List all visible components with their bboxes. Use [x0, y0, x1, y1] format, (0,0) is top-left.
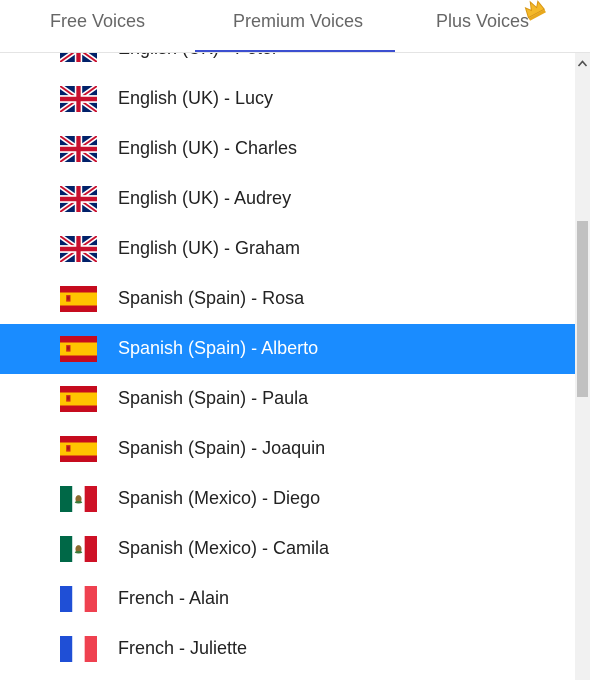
uk-flag-icon — [60, 186, 97, 212]
voice-item-label: English (UK) - Peter — [118, 53, 278, 59]
voice-item-label: French - Juliette — [118, 638, 248, 658]
voice-item-label: Spanish (Spain) - Paula — [118, 388, 309, 408]
voice-item-label: Spanish (Spain) - Rosa — [118, 288, 305, 308]
scrollbar[interactable] — [575, 53, 590, 680]
uk-flag-icon — [60, 136, 97, 162]
mexico-flag-icon — [60, 486, 97, 512]
voice-list: English (UK) - Peter English (UK) - Lucy… — [0, 53, 590, 680]
voice-item[interactable]: Spanish (Spain) - Joaquin — [0, 424, 575, 474]
tab-plus-voices[interactable]: Plus Voices — [395, 0, 590, 52]
spain-flag-icon — [60, 386, 97, 412]
voice-item[interactable]: English (UK) - Graham — [0, 224, 575, 274]
voice-item-label: Spanish (Mexico) - Camila — [118, 538, 330, 558]
uk-flag-icon — [60, 86, 97, 112]
active-tab-indicator — [195, 50, 395, 52]
france-flag-icon — [60, 586, 97, 612]
tab-free-voices[interactable]: Free Voices — [0, 0, 195, 52]
voice-item-label: English (UK) - Charles — [118, 138, 298, 158]
voice-item-label: English (UK) - Graham — [118, 238, 301, 258]
tab-premium-voices-label: Premium Voices — [233, 11, 364, 31]
mexico-flag-icon — [60, 536, 97, 562]
voice-item[interactable]: Spanish (Mexico) - Diego — [0, 474, 575, 524]
voice-item[interactable]: English (UK) - Lucy — [0, 74, 575, 124]
voice-item[interactable]: Spanish (Spain) - Rosa — [0, 274, 575, 324]
voice-item[interactable]: Spanish (Spain) - Paula — [0, 374, 575, 424]
spain-flag-icon — [60, 286, 97, 312]
uk-flag-icon — [60, 53, 97, 62]
tab-premium-voices[interactable]: Premium Voices — [195, 0, 395, 52]
voice-item-label: English (UK) - Audrey — [118, 188, 292, 208]
voice-item-label: English (UK) - Lucy — [118, 88, 274, 108]
voice-item[interactable]: Spanish (Mexico) - Camila — [0, 524, 575, 574]
voice-tabs: Free Voices Premium Voices Plus Voices — [0, 0, 590, 53]
voice-item[interactable]: English (UK) - Charles — [0, 124, 575, 174]
scrollbar-thumb[interactable] — [577, 221, 588, 397]
spain-flag-icon — [60, 436, 97, 462]
france-flag-icon — [60, 636, 97, 662]
voice-item-label: Spanish (Spain) - Alberto — [118, 338, 319, 358]
tab-plus-voices-label: Plus Voices — [436, 11, 530, 31]
voice-item-label: Spanish (Mexico) - Diego — [118, 488, 321, 508]
voice-item-label: Spanish (Spain) - Joaquin — [118, 438, 326, 458]
uk-flag-icon — [60, 236, 97, 262]
voice-item[interactable]: English (UK) - Peter — [0, 53, 575, 74]
voice-item-selected[interactable]: Spanish (Spain) - Alberto — [0, 324, 575, 374]
voice-item-label: French - Alain — [118, 588, 230, 608]
voice-item[interactable]: French - Alain — [0, 574, 575, 624]
tab-free-voices-label: Free Voices — [50, 11, 146, 31]
voice-item[interactable]: English (UK) - Audrey — [0, 174, 575, 224]
spain-flag-icon — [60, 336, 97, 362]
voice-item[interactable]: French - Juliette — [0, 624, 575, 674]
crown-icon — [524, 0, 546, 21]
scroll-up-arrow-icon[interactable] — [575, 53, 590, 75]
